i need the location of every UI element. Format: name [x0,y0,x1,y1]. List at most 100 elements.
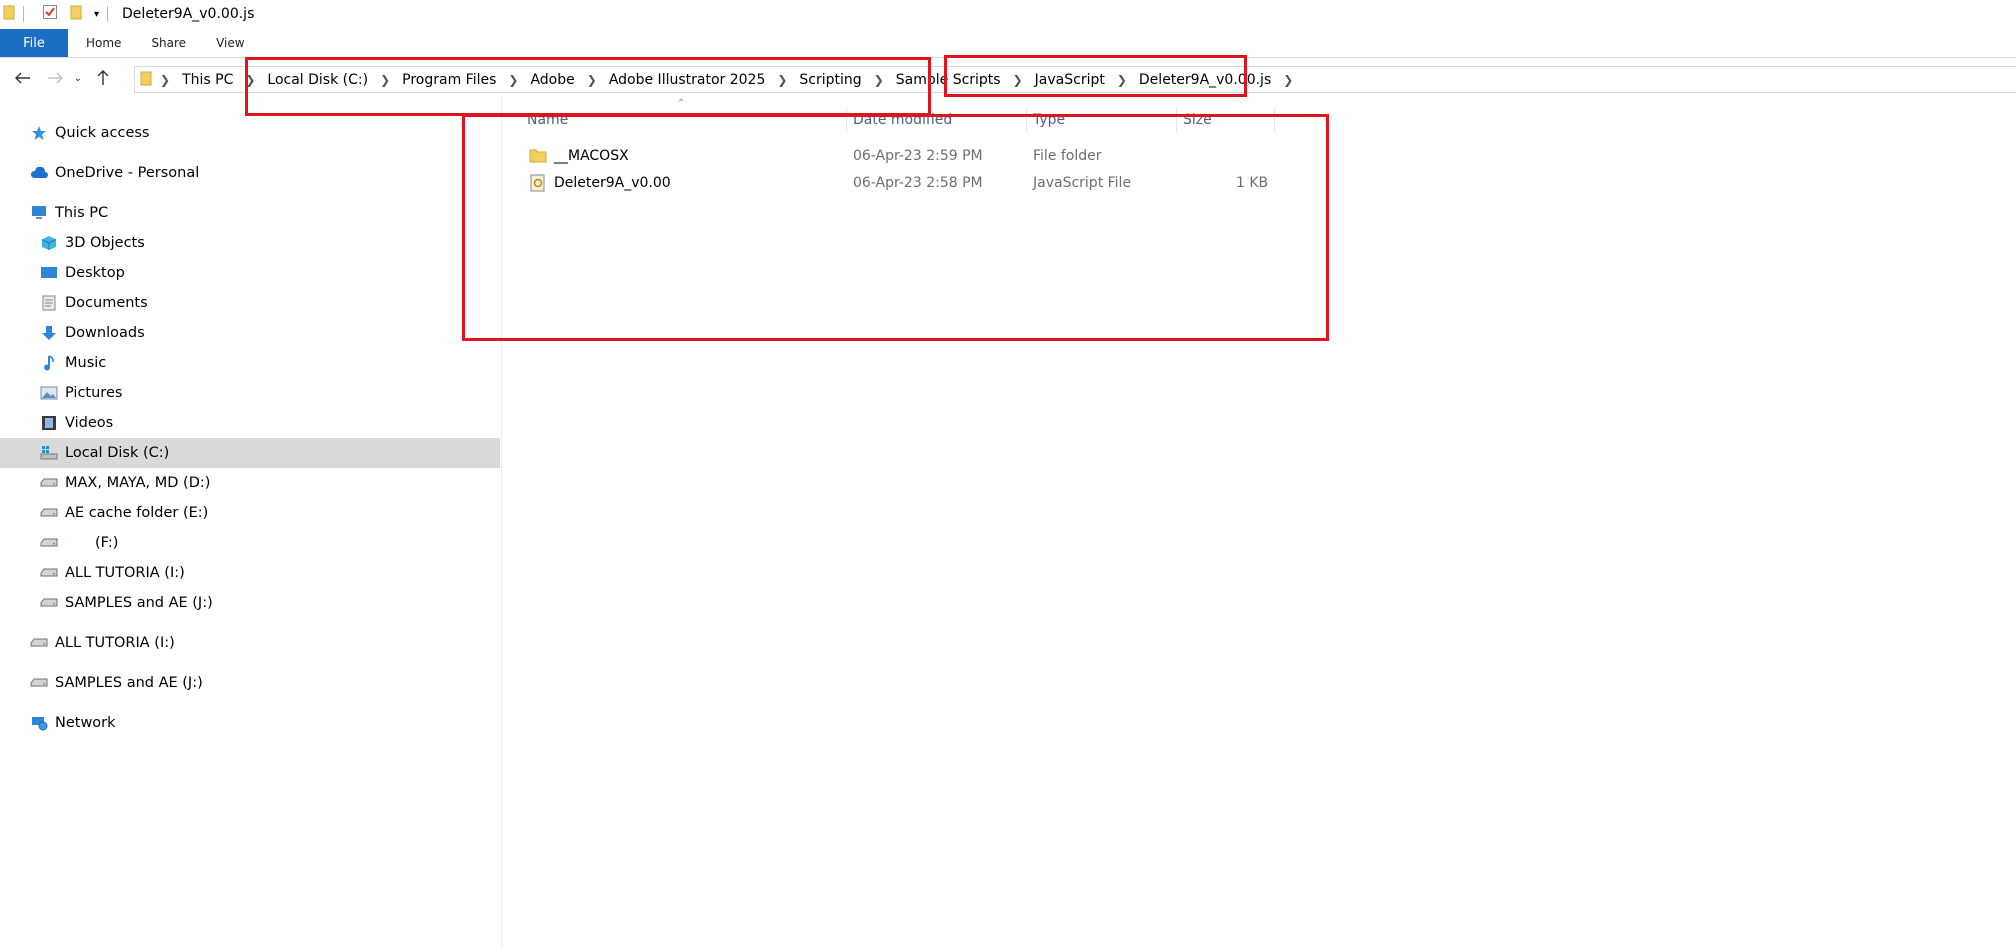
file-row[interactable]: __MACOSX 06-Apr-23 2:59 PM File folder [515,144,1275,170]
sidebar-item-desktop[interactable]: Desktop [0,258,500,288]
file-row[interactable]: Deleter9A_v0.00 06-Apr-23 2:58 PM JavaSc… [515,171,1275,197]
sidebar-item-onedrive[interactable]: OneDrive - Personal [0,158,500,188]
film-icon [40,415,58,431]
cube-icon [40,235,58,251]
sidebar-item-network[interactable]: Network [0,708,500,738]
sidebar-item-label: Desktop [65,265,125,281]
sidebar-item-label: ALL TUTORIA (I:) [65,565,185,581]
chevron-right-icon[interactable]: ❯ [239,73,261,87]
sidebar-item-label: AE cache folder (E:) [65,505,209,521]
breadcrumb-adobe[interactable]: Adobe [524,72,580,88]
forward-button[interactable] [41,64,69,92]
properties-check-icon[interactable] [42,4,58,24]
sidebar-item-label: ALL TUTORIA (I:) [55,635,175,651]
chevron-right-icon[interactable]: ❯ [581,73,603,87]
sidebar-item-drive-d[interactable]: MAX, MAYA, MD (D:) [0,468,500,498]
folder-icon[interactable] [3,4,15,24]
back-button[interactable] [9,64,37,92]
column-header-size[interactable]: Size [1183,109,1212,131]
chevron-right-icon[interactable]: ❯ [374,73,396,87]
sidebar-item-drive-i[interactable]: ALL TUTORIA (I:) [0,558,500,588]
sidebar-item-music[interactable]: Music [0,348,500,378]
chevron-right-icon[interactable]: ❯ [868,73,890,87]
drive-icon [40,535,58,551]
breadcrumb-adobe-illustrator[interactable]: Adobe Illustrator 2025 [603,72,772,88]
sidebar-item-label: MAX, MAYA, MD (D:) [65,475,211,491]
picture-icon [40,385,58,401]
column-header-name[interactable]: Name [527,109,568,131]
sidebar-item-label: Network [55,715,116,731]
sidebar-item-label: This PC [55,205,109,221]
sidebar-item-label: 3D Objects [65,235,145,251]
folder-icon [140,70,152,90]
file-size: 1 KB [1236,175,1269,191]
sidebar-item-3d-objects[interactable]: 3D Objects [0,228,500,258]
sidebar-item-quick-access[interactable]: Quick access [0,118,500,148]
sidebar-item-label: Music [65,355,107,371]
sidebar-item-label: SAMPLES and AE (J:) [55,675,203,691]
chevron-right-icon[interactable]: ❯ [1277,73,1299,87]
file-date-modified: 06-Apr-23 2:59 PM [853,148,983,164]
breadcrumb-scripting[interactable]: Scripting [793,72,867,88]
title-bar: ▾ Deleter9A_v0.00.js [0,0,2016,28]
column-header-date-modified[interactable]: Date modified [853,109,952,131]
document-icon [40,295,58,311]
column-divider[interactable] [1274,108,1275,132]
tab-file[interactable]: File [0,29,68,57]
sidebar-item-drive-f[interactable]: (F:) [0,528,500,558]
column-divider[interactable] [846,108,847,132]
sidebar-item-downloads[interactable]: Downloads [0,318,500,348]
forward-arrow-icon [48,72,63,84]
breadcrumb-javascript[interactable]: JavaScript [1029,72,1111,88]
sidebar-item-drive-e[interactable]: AE cache folder (E:) [0,498,500,528]
chevron-right-icon[interactable]: ❯ [502,73,524,87]
sidebar-item-label: Documents [65,295,148,311]
breadcrumb-local-disk[interactable]: Local Disk (C:) [261,72,374,88]
sidebar-item-documents[interactable]: Documents [0,288,500,318]
ribbon-tabs: File Home Share View [0,29,2016,58]
script-file-icon [530,174,546,196]
chevron-right-icon[interactable]: ❯ [1007,73,1029,87]
breadcrumb-current-file[interactable]: Deleter9A_v0.00.js [1133,72,1277,88]
breadcrumb-sample-scripts[interactable]: Sample Scripts [890,72,1007,88]
pane-divider[interactable] [501,98,502,947]
sidebar-item-label: Pictures [65,385,123,401]
column-divider[interactable] [1026,108,1027,132]
music-note-icon [40,355,58,371]
column-header-type[interactable]: Type [1033,109,1065,131]
sidebar-item-drive-i-root[interactable]: ALL TUTORIA (I:) [0,628,500,658]
drive-icon [30,675,48,691]
file-date-modified: 06-Apr-23 2:58 PM [853,175,983,191]
sidebar-item-label: OneDrive - Personal [55,165,200,181]
breadcrumb-this-pc[interactable]: This PC [176,72,239,88]
sidebar-item-label: Downloads [65,325,145,341]
chevron-right-icon[interactable]: ❯ [154,73,176,87]
tab-view[interactable]: View [198,29,244,57]
drive-icon [40,475,58,491]
customize-toolbar-dropdown-icon[interactable]: ▾ [94,9,99,20]
column-divider[interactable] [1176,108,1177,132]
sidebar-item-videos[interactable]: Videos [0,408,500,438]
up-button[interactable] [89,64,117,92]
sidebar-item-drive-j[interactable]: SAMPLES and AE (J:) [0,588,500,618]
recent-locations-button[interactable]: ⌄ [69,64,87,92]
tab-share[interactable]: Share [133,29,186,57]
tab-home[interactable]: Home [68,29,121,57]
sidebar-item-label: (F:) [95,535,119,551]
sidebar-item-local-disk-c[interactable]: Local Disk (C:) [0,438,500,468]
sort-ascending-icon: ⌃ [677,98,686,109]
sidebar-item-label: Quick access [55,125,150,141]
drive-icon [30,635,48,651]
navigation-bar: ⌄ ❯ This PC ❯ Local Disk (C:) ❯ Program … [0,60,2016,96]
back-arrow-icon [15,72,30,84]
chevron-right-icon[interactable]: ❯ [771,73,793,87]
chevron-right-icon[interactable]: ❯ [1111,73,1133,87]
sidebar-item-label: SAMPLES and AE (J:) [65,595,213,611]
sidebar-item-this-pc[interactable]: This PC [0,198,500,228]
sidebar-item-pictures[interactable]: Pictures [0,378,500,408]
new-folder-icon[interactable] [70,4,82,24]
toolbar-divider [23,6,24,22]
address-bar[interactable]: ❯ This PC ❯ Local Disk (C:) ❯ Program Fi… [134,66,2016,93]
breadcrumb-program-files[interactable]: Program Files [396,72,502,88]
sidebar-item-drive-j-root[interactable]: SAMPLES and AE (J:) [0,668,500,698]
